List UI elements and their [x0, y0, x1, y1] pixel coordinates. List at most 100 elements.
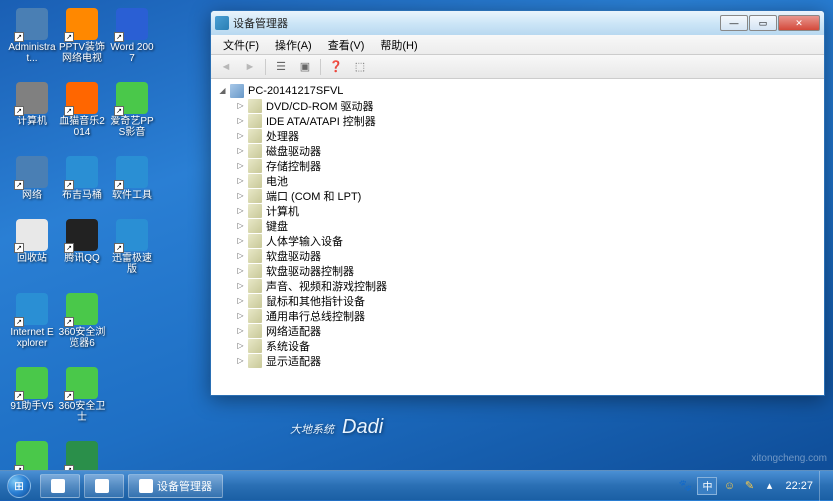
collapse-icon[interactable]: ◢: [217, 85, 228, 96]
taskbar: ⊞ 设备管理器 🐾 中 ☺ ✎ ▴ 22:27: [0, 470, 833, 500]
icon-label: 血猫音乐2014: [58, 116, 106, 138]
device-icon: [248, 144, 262, 158]
expand-icon[interactable]: ▷: [235, 115, 246, 126]
tree-root-node[interactable]: ◢ PC-20141217SFVL: [215, 83, 820, 98]
device-label: 人体学输入设备: [266, 233, 343, 249]
icon-label: PPTV装饰 网络电视: [58, 42, 106, 64]
device-node[interactable]: ▷ 端口 (COM 和 LPT): [233, 188, 820, 203]
device-icon: [248, 204, 262, 218]
window-controls: ― ▭ ✕: [720, 15, 820, 31]
desktop-icon[interactable]: ↗爱奇艺PPS影音: [108, 82, 156, 138]
clock[interactable]: 22:27: [785, 480, 813, 492]
tray-icon[interactable]: ☺: [721, 478, 737, 494]
device-icon: [248, 249, 262, 263]
device-icon: [248, 234, 262, 248]
device-node[interactable]: ▷ 鼠标和其他指针设备: [233, 293, 820, 308]
toolbar-button[interactable]: ▣: [294, 57, 316, 77]
desktop-icon[interactable]: ↗PPTV装饰 网络电视: [58, 8, 106, 64]
desktop-icon[interactable]: ↗计算机: [8, 82, 56, 138]
toolbar-button[interactable]: ☰: [270, 57, 292, 77]
device-node[interactable]: ▷电池: [233, 173, 820, 188]
taskbar-item[interactable]: [40, 474, 80, 498]
desktop-icon[interactable]: ↗血猫音乐2014: [58, 82, 106, 138]
expand-icon[interactable]: ▷: [235, 160, 246, 171]
expand-icon[interactable]: ▷: [235, 145, 246, 156]
device-manager-window: 设备管理器 ― ▭ ✕ 文件(F)操作(A)查看(V)帮助(H) ◄ ► ☰ ▣…: [210, 10, 825, 396]
desktop-icon[interactable]: ↗迅雷极速版: [108, 219, 156, 275]
app-icon: ↗: [116, 8, 148, 40]
menu-item[interactable]: 帮助(H): [372, 35, 425, 55]
device-node[interactable]: ▷计算机: [233, 203, 820, 218]
device-label: 端口 (COM 和 LPT): [266, 188, 361, 204]
minimize-button[interactable]: ―: [720, 15, 748, 31]
device-node[interactable]: ▷处理器: [233, 128, 820, 143]
expand-icon[interactable]: ▷: [235, 190, 246, 201]
device-node[interactable]: ▷ 人体学输入设备: [233, 233, 820, 248]
expand-icon[interactable]: ▷: [235, 295, 246, 306]
window-title: 设备管理器: [233, 15, 720, 31]
desktop-icon[interactable]: ↗腾讯QQ: [58, 219, 106, 275]
lang-indicator[interactable]: 中: [697, 477, 717, 495]
desktop-icon[interactable]: ↗360安全卫士: [58, 367, 106, 423]
app-icon: ↗: [16, 8, 48, 40]
device-node[interactable]: ▷IDE ATA/ATAPI 控制器: [233, 113, 820, 128]
desktop-icon[interactable]: ↗360安全浏览器6: [58, 293, 106, 349]
menu-item[interactable]: 文件(F): [215, 35, 267, 55]
desktop-icon[interactable]: ↗回收站: [8, 219, 56, 275]
device-node[interactable]: ▷软盘驱动器: [233, 248, 820, 263]
expand-icon[interactable]: ▷: [235, 100, 246, 111]
show-desktop-button[interactable]: [819, 471, 829, 501]
tray-expand-icon[interactable]: ▴: [761, 478, 777, 494]
maximize-button[interactable]: ▭: [749, 15, 777, 31]
app-icon: ↗: [16, 441, 48, 473]
device-node[interactable]: ▷DVD/CD-ROM 驱动器: [233, 98, 820, 113]
close-button[interactable]: ✕: [778, 15, 820, 31]
expand-icon[interactable]: ▷: [235, 280, 246, 291]
expand-icon[interactable]: ▷: [235, 235, 246, 246]
app-icon: ↗: [116, 156, 148, 188]
menu-item[interactable]: 操作(A): [267, 35, 320, 55]
tray-icon[interactable]: ✎: [741, 478, 757, 494]
icon-label: 91助手V5: [10, 401, 53, 412]
device-node[interactable]: ▷通用串行总线控制器: [233, 308, 820, 323]
device-node[interactable]: ▷键盘: [233, 218, 820, 233]
expand-icon[interactable]: ▷: [235, 205, 246, 216]
start-button[interactable]: ⊞: [0, 471, 38, 501]
menu-item[interactable]: 查看(V): [320, 35, 373, 55]
device-node[interactable]: ▷系统设备: [233, 338, 820, 353]
desktop-icon[interactable]: ↗Internet Explorer: [8, 293, 56, 349]
expand-icon[interactable]: ▷: [235, 325, 246, 336]
expand-icon[interactable]: ▷: [235, 355, 246, 366]
device-node[interactable]: ▷网络适配器: [233, 323, 820, 338]
expand-icon[interactable]: ▷: [235, 340, 246, 351]
expand-icon[interactable]: ▷: [235, 175, 246, 186]
tray-icon[interactable]: 🐾: [677, 478, 693, 494]
shortcut-arrow-icon: ↗: [64, 317, 74, 327]
taskbar-item[interactable]: [84, 474, 124, 498]
desktop-icon[interactable]: ↗网络: [8, 156, 56, 201]
desktop-icon[interactable]: ↗91助手V5: [8, 367, 56, 423]
desktop-icon[interactable]: ↗布吉马桶: [58, 156, 106, 201]
toolbar-button[interactable]: ❓: [325, 57, 347, 77]
tree-content[interactable]: ◢ PC-20141217SFVL ▷DVD/CD-ROM 驱动器▷IDE AT…: [211, 79, 824, 395]
device-node[interactable]: ▷声音、视频和游戏控制器: [233, 278, 820, 293]
desktop-icon[interactable]: ↗Administrat...: [8, 8, 56, 64]
separator: [265, 59, 266, 75]
device-node[interactable]: ▷软盘驱动器控制器: [233, 263, 820, 278]
device-node[interactable]: ▷存储控制器: [233, 158, 820, 173]
expand-icon[interactable]: ▷: [235, 265, 246, 276]
device-label: 鼠标和其他指针设备: [266, 293, 365, 309]
icon-label: Administrat...: [8, 42, 56, 64]
desktop-icon[interactable]: ↗Word 2007: [108, 8, 156, 64]
toolbar-button[interactable]: ⬚: [349, 57, 371, 77]
device-icon: [248, 174, 262, 188]
desktop-icon[interactable]: ↗软件工具: [108, 156, 156, 201]
expand-icon[interactable]: ▷: [235, 220, 246, 231]
titlebar[interactable]: 设备管理器 ― ▭ ✕: [211, 11, 824, 35]
expand-icon[interactable]: ▷: [235, 250, 246, 261]
expand-icon[interactable]: ▷: [235, 310, 246, 321]
expand-icon[interactable]: ▷: [235, 130, 246, 141]
taskbar-item[interactable]: 设备管理器: [128, 474, 223, 498]
device-node[interactable]: ▷显示适配器: [233, 353, 820, 368]
device-node[interactable]: ▷磁盘驱动器: [233, 143, 820, 158]
